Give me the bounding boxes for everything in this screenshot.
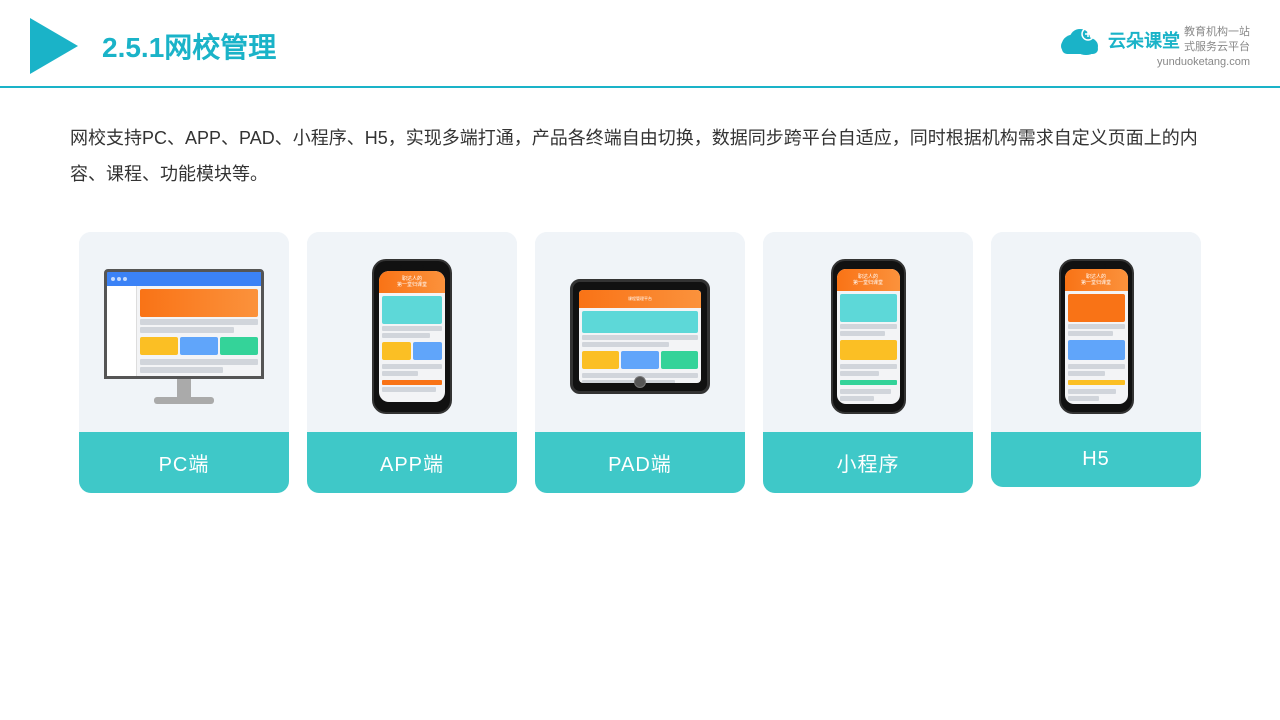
page-title: 2.5.1网校管理 — [102, 26, 276, 66]
logo-area: 云朵课堂 教育机构一站 式服务云平台 yunduoketang.com — [1056, 24, 1250, 68]
miniprogram-label: 小程序 — [763, 432, 973, 493]
miniprogram-card: 职达人的第一堂归课堂 — [763, 232, 973, 493]
tablet-screen: 课程管理平台 — [579, 290, 701, 383]
phone-notch — [400, 265, 424, 270]
pad-tablet: 课程管理平台 — [570, 279, 710, 394]
logo-row: 云朵课堂 教育机构一站 式服务云平台 — [1056, 24, 1250, 56]
description-text: 网校支持PC、APP、PAD、小程序、H5，实现多端打通，产品各终端自由切换，数… — [0, 88, 1280, 212]
description-content: 网校支持PC、APP、PAD、小程序、H5，实现多端打通，产品各终端自由切换，数… — [70, 120, 1210, 192]
h5-image-area: 职达人的第一堂归课堂 — [991, 232, 1201, 432]
h5-label: H5 — [991, 432, 1201, 487]
pad-card: 课程管理平台 — [535, 232, 745, 493]
logo-url: yunduoketang.com — [1157, 56, 1250, 68]
title-main: 网校管理 — [164, 32, 276, 63]
pad-label: PAD端 — [535, 432, 745, 493]
h5-phone-screen: 职达人的第一堂归课堂 — [1065, 269, 1128, 404]
header: 2.5.1网校管理 云朵课堂 教育机构一站 式服务云平台 yunduoketan… — [0, 0, 1280, 88]
h5-phone: 职达人的第一堂归课堂 — [1059, 259, 1134, 414]
app-phone: 职达人的第一堂归课堂 — [372, 259, 452, 414]
pc-monitor — [104, 269, 264, 404]
device-cards-container: PC端 职达人的第一堂归课堂 — [0, 212, 1280, 523]
phone-tall-screen: 职达人的第一堂归课堂 — [837, 269, 900, 404]
pc-label: PC端 — [79, 432, 289, 493]
tagline-line2: 式服务云平台 — [1184, 40, 1250, 55]
logo-tagline: 教育机构一站 式服务云平台 — [1184, 25, 1250, 56]
phone-tall-notch — [858, 264, 878, 269]
tablet-home-btn — [634, 376, 646, 388]
play-icon — [30, 18, 78, 74]
miniprogram-phone: 职达人的第一堂归课堂 — [831, 259, 906, 414]
app-image-area: 职达人的第一堂归课堂 — [307, 232, 517, 432]
pc-image-area — [79, 232, 289, 432]
h5-card: 职达人的第一堂归课堂 — [991, 232, 1201, 487]
header-left: 2.5.1网校管理 — [30, 18, 276, 74]
cloud-icon — [1056, 24, 1104, 56]
tagline-line1: 教育机构一站 — [1184, 25, 1250, 40]
miniprogram-image-area: 职达人的第一堂归课堂 — [763, 232, 973, 432]
logo-text: 云朵课堂 — [1108, 27, 1180, 53]
h5-phone-notch — [1086, 264, 1106, 269]
pad-image-area: 课程管理平台 — [535, 232, 745, 432]
title-prefix: 2.5.1 — [102, 32, 164, 63]
app-card: 职达人的第一堂归课堂 — [307, 232, 517, 493]
app-label: APP端 — [307, 432, 517, 493]
pc-card: PC端 — [79, 232, 289, 493]
phone-screen: 职达人的第一堂归课堂 — [379, 271, 445, 402]
monitor-screen — [104, 269, 264, 379]
